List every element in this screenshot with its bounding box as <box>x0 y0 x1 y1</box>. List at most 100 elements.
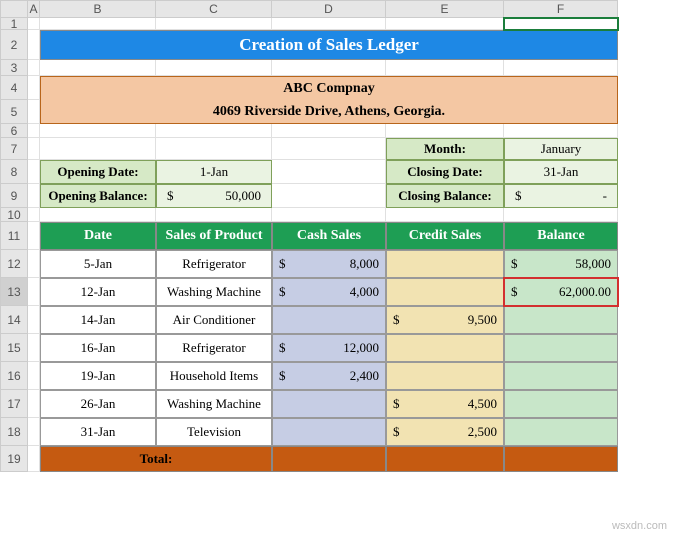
cell-A15[interactable] <box>28 334 40 362</box>
cell-C10[interactable] <box>156 208 272 222</box>
cell-date[interactable]: 14-Jan <box>40 306 156 334</box>
cell-A17[interactable] <box>28 390 40 418</box>
cell-A4[interactable] <box>28 76 40 100</box>
closing-date-label[interactable]: Closing Date: <box>386 160 504 184</box>
row-header-11[interactable]: 11 <box>0 222 28 250</box>
cell-F10[interactable] <box>504 208 618 222</box>
cell-product[interactable]: Television <box>156 418 272 446</box>
cell-C6[interactable] <box>156 124 272 138</box>
total-balance[interactable] <box>504 446 618 472</box>
cell-A18[interactable] <box>28 418 40 446</box>
cell-cash[interactable] <box>272 418 386 446</box>
cell-D7[interactable] <box>272 138 386 160</box>
cell-A10[interactable] <box>28 208 40 222</box>
company-name[interactable]: ABC Compnay <box>40 76 618 100</box>
cell-A14[interactable] <box>28 306 40 334</box>
cell-date[interactable]: 5-Jan <box>40 250 156 278</box>
col-header-A[interactable]: A <box>28 0 40 18</box>
total-cash[interactable] <box>272 446 386 472</box>
cell-A1[interactable] <box>28 18 40 30</box>
row-header-7[interactable]: 7 <box>0 138 28 160</box>
row-header-5[interactable]: 5 <box>0 100 28 124</box>
cell-cash[interactable]: $12,000 <box>272 334 386 362</box>
cell-date[interactable]: 31-Jan <box>40 418 156 446</box>
cell-cash[interactable]: $2,400 <box>272 362 386 390</box>
cell-cash[interactable]: $8,000 <box>272 250 386 278</box>
cell-product[interactable]: Refrigerator <box>156 250 272 278</box>
cell-cash[interactable] <box>272 390 386 418</box>
cell-B7[interactable] <box>40 138 156 160</box>
cell-A2[interactable] <box>28 30 40 60</box>
row-header-2[interactable]: 2 <box>0 30 28 60</box>
closing-balance-value[interactable]: $- <box>504 184 618 208</box>
header-balance[interactable]: Balance <box>504 222 618 250</box>
row-header-17[interactable]: 17 <box>0 390 28 418</box>
cell-date[interactable]: 19-Jan <box>40 362 156 390</box>
col-header-E[interactable]: E <box>386 0 504 18</box>
cell-D9[interactable] <box>272 184 386 208</box>
cell-product[interactable]: Washing Machine <box>156 390 272 418</box>
cell-A3[interactable] <box>28 60 40 76</box>
cell-A16[interactable] <box>28 362 40 390</box>
cell-date[interactable]: 16-Jan <box>40 334 156 362</box>
opening-date-value[interactable]: 1-Jan <box>156 160 272 184</box>
cell-balance[interactable] <box>504 362 618 390</box>
cell-E3[interactable] <box>386 60 504 76</box>
month-value[interactable]: January <box>504 138 618 160</box>
cell-credit[interactable] <box>386 362 504 390</box>
row-header-14[interactable]: 14 <box>0 306 28 334</box>
row-header-3[interactable]: 3 <box>0 60 28 76</box>
cell-cash[interactable]: $4,000 <box>272 278 386 306</box>
row-header-13[interactable]: 13 <box>0 278 28 306</box>
cell-credit[interactable]: $4,500 <box>386 390 504 418</box>
month-label[interactable]: Month: <box>386 138 504 160</box>
cell-balance[interactable] <box>504 418 618 446</box>
row-header-16[interactable]: 16 <box>0 362 28 390</box>
cell-A9[interactable] <box>28 184 40 208</box>
header-product[interactable]: Sales of Product <box>156 222 272 250</box>
row-header-10[interactable]: 10 <box>0 208 28 222</box>
row-header-9[interactable]: 9 <box>0 184 28 208</box>
header-cash[interactable]: Cash Sales <box>272 222 386 250</box>
row-header-12[interactable]: 12 <box>0 250 28 278</box>
cell-product[interactable]: Household Items <box>156 362 272 390</box>
header-date[interactable]: Date <box>40 222 156 250</box>
cell-A12[interactable] <box>28 250 40 278</box>
cell-balance[interactable]: $58,000 <box>504 250 618 278</box>
cell-credit[interactable] <box>386 250 504 278</box>
row-header-6[interactable]: 6 <box>0 124 28 138</box>
cell-date[interactable]: 12-Jan <box>40 278 156 306</box>
cell-D3[interactable] <box>272 60 386 76</box>
cell-B3[interactable] <box>40 60 156 76</box>
cell-product[interactable]: Air Conditioner <box>156 306 272 334</box>
opening-date-label[interactable]: Opening Date: <box>40 160 156 184</box>
closing-balance-label[interactable]: Closing Balance: <box>386 184 504 208</box>
cell-B1[interactable] <box>40 18 156 30</box>
col-header-F[interactable]: F <box>504 0 618 18</box>
cell-C3[interactable] <box>156 60 272 76</box>
cell-C1[interactable] <box>156 18 272 30</box>
cell-D6[interactable] <box>272 124 386 138</box>
cell-D8[interactable] <box>272 160 386 184</box>
cell-E6[interactable] <box>386 124 504 138</box>
col-header-C[interactable]: C <box>156 0 272 18</box>
closing-date-value[interactable]: 31-Jan <box>504 160 618 184</box>
cell-credit[interactable]: $9,500 <box>386 306 504 334</box>
row-header-4[interactable]: 4 <box>0 76 28 100</box>
title-banner[interactable]: Creation of Sales Ledger <box>40 30 618 60</box>
row-header-15[interactable]: 15 <box>0 334 28 362</box>
cell-credit[interactable]: $2,500 <box>386 418 504 446</box>
cell-A13[interactable] <box>28 278 40 306</box>
total-label[interactable]: Total: <box>40 446 272 472</box>
cell-date[interactable]: 26-Jan <box>40 390 156 418</box>
opening-balance-value[interactable]: $50,000 <box>156 184 272 208</box>
cell-C7[interactable] <box>156 138 272 160</box>
col-header-D[interactable]: D <box>272 0 386 18</box>
total-credit[interactable] <box>386 446 504 472</box>
col-header-B[interactable]: B <box>40 0 156 18</box>
cell-product[interactable]: Refrigerator <box>156 334 272 362</box>
row-header-1[interactable]: 1 <box>0 18 28 30</box>
cell-balance[interactable] <box>504 306 618 334</box>
cell-F6[interactable] <box>504 124 618 138</box>
cell-E10[interactable] <box>386 208 504 222</box>
